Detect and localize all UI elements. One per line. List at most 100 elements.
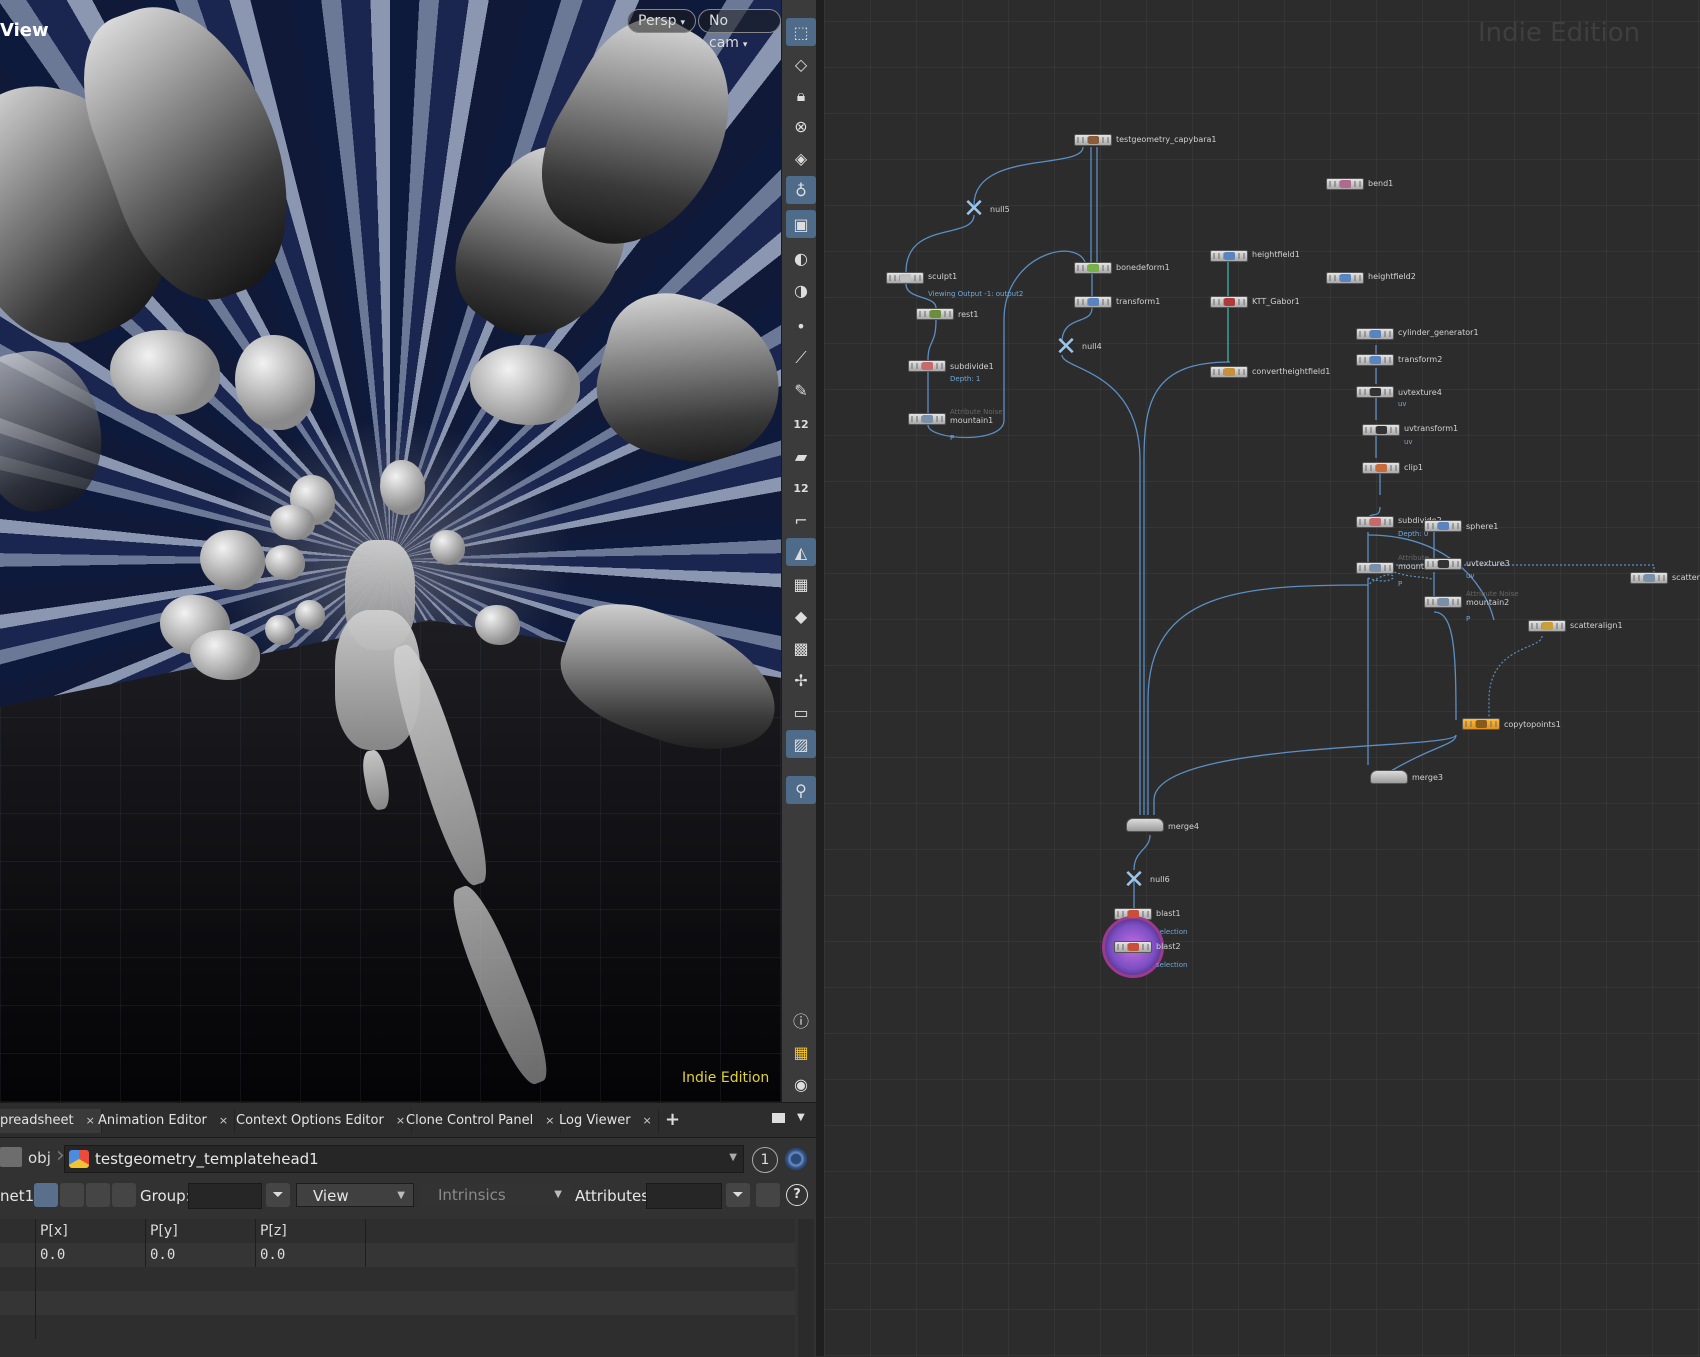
- chevron-down-icon[interactable]: ▼: [797, 1112, 805, 1123]
- scatteralign-icon: [1542, 622, 1553, 630]
- options-menu-icon[interactable]: [756, 1183, 780, 1207]
- node-uvtransform1[interactable]: [1362, 424, 1400, 436]
- pane-divider[interactable]: [816, 0, 824, 1356]
- lock-icon[interactable]: 🔒︎: [786, 82, 816, 110]
- prim-numbers-icon[interactable]: 12: [786, 474, 816, 502]
- point-numbers-icon[interactable]: 12: [786, 410, 816, 438]
- object-context-icon[interactable]: [0, 1147, 22, 1167]
- column-header[interactable]: P[y]: [146, 1219, 256, 1243]
- help-button[interactable]: ?: [786, 1184, 808, 1206]
- pin-button[interactable]: 1: [752, 1147, 778, 1173]
- node-sculpt1[interactable]: [886, 272, 924, 284]
- close-circle-icon[interactable]: ⊗: [786, 112, 816, 140]
- node-clip1[interactable]: [1362, 462, 1400, 474]
- close-icon[interactable]: ×: [643, 1114, 652, 1127]
- node-uvtexture3[interactable]: [1424, 558, 1462, 570]
- column-header[interactable]: P[z]: [256, 1219, 366, 1243]
- vertices-mode-icon[interactable]: [60, 1183, 84, 1207]
- group-field[interactable]: [188, 1183, 262, 1209]
- node-bonedeform1[interactable]: [1074, 262, 1112, 274]
- handle-icon[interactable]: ✢: [786, 666, 816, 694]
- node-path-field[interactable]: testgeometry_templatehead1 ▼: [64, 1145, 744, 1173]
- node-bend1[interactable]: [1326, 178, 1364, 190]
- camera-icon[interactable]: ◐: [786, 244, 816, 272]
- node-rest1[interactable]: [916, 308, 954, 320]
- tab-clone-control-panel[interactable]: Clone Control Panel ×: [400, 1109, 562, 1133]
- view-handle-icon[interactable]: ◇: [786, 50, 816, 78]
- display-options-icon[interactable]: ▣: [786, 210, 816, 238]
- node-transform1[interactable]: [1074, 296, 1112, 308]
- light-bulb-icon[interactable]: ♁: [786, 176, 816, 204]
- node-heightfield1[interactable]: [1210, 250, 1248, 262]
- node-mountain3[interactable]: [1356, 562, 1394, 574]
- detail-mode-icon[interactable]: [112, 1183, 136, 1207]
- pin-icon[interactable]: ⚲: [786, 776, 816, 804]
- curve-icon[interactable]: ⌐: [786, 506, 816, 534]
- node-convertheightfield1[interactable]: [1210, 366, 1248, 378]
- add-tab-button[interactable]: +: [665, 1109, 680, 1130]
- node-blast2[interactable]: [1114, 941, 1152, 953]
- pick-icon[interactable]: ⟋: [786, 344, 816, 372]
- node-null6[interactable]: ✕: [1122, 867, 1146, 893]
- camera-menu[interactable]: No cam ▾: [698, 9, 781, 51]
- filter-icon[interactable]: ⏷: [266, 1183, 290, 1207]
- node-mountain1[interactable]: [908, 413, 946, 425]
- node-testgeometry-capybara1[interactable]: [1074, 134, 1112, 146]
- node-subdivide1[interactable]: [908, 360, 946, 372]
- uv-icon[interactable]: ▩: [786, 634, 816, 662]
- brush-icon[interactable]: ▰: [786, 442, 816, 470]
- node-scatteralign1[interactable]: [1528, 620, 1566, 632]
- info-icon[interactable]: ⓘ: [786, 1006, 816, 1034]
- perspective-menu[interactable]: Persp ▾: [627, 9, 697, 33]
- attributes-field[interactable]: [646, 1183, 722, 1209]
- node-scatter1[interactable]: [1630, 572, 1668, 584]
- pane-menu-icon[interactable]: [772, 1113, 785, 1123]
- snapping-icon[interactable]: ◆: [786, 602, 816, 630]
- node-null5[interactable]: ✕: [962, 196, 986, 222]
- intrinsics-select[interactable]: Intrinsics ▼: [422, 1183, 570, 1207]
- tab-spreadsheet[interactable]: preadsheet ×: [0, 1109, 102, 1133]
- node-merge3[interactable]: [1370, 770, 1408, 784]
- light-icon[interactable]: ◈: [786, 144, 816, 172]
- shading-icon[interactable]: ◭: [786, 538, 816, 566]
- close-icon[interactable]: ×: [219, 1114, 228, 1127]
- point-icon[interactable]: •: [786, 312, 816, 340]
- node-merge4[interactable]: [1126, 818, 1164, 832]
- node-heightfield2[interactable]: [1326, 272, 1364, 284]
- eye-icon[interactable]: ◉: [786, 1070, 816, 1098]
- node-cylinder-generator1[interactable]: [1356, 328, 1394, 340]
- path-context[interactable]: obj: [28, 1149, 51, 1167]
- filter-icon[interactable]: ⏷: [726, 1183, 750, 1207]
- table-row[interactable]: 0.0 0.0 0.0: [0, 1243, 795, 1267]
- tab-log-viewer[interactable]: Log Viewer ×: [553, 1109, 659, 1133]
- scene-viewport[interactable]: View Persp ▾ No cam ▾ Indie Edition: [0, 0, 781, 1102]
- view-select[interactable]: View ▼: [296, 1183, 414, 1207]
- edit-icon[interactable]: ✎: [786, 376, 816, 404]
- node-subdivide2[interactable]: [1356, 516, 1394, 528]
- column-header[interactable]: [0, 1219, 36, 1243]
- points-mode-icon[interactable]: [34, 1183, 58, 1207]
- display-icon[interactable]: ▭: [786, 698, 816, 726]
- chevron-down-icon[interactable]: ▼: [729, 1152, 737, 1163]
- layout-icon[interactable]: ▦: [786, 1038, 816, 1066]
- node-ktt-gabor1[interactable]: [1210, 296, 1248, 308]
- node-mountain2[interactable]: [1424, 596, 1462, 608]
- node-sphere1[interactable]: [1424, 520, 1462, 532]
- column-header[interactable]: P[x]: [36, 1219, 146, 1243]
- viewport-watermark: Indie Edition: [682, 1070, 770, 1086]
- texture-icon[interactable]: ▦: [786, 570, 816, 598]
- background-icon[interactable]: ▨: [786, 730, 816, 758]
- tab-context-options-editor[interactable]: Context Options Editor ×: [230, 1109, 413, 1133]
- node-copytopoints1[interactable]: [1462, 718, 1500, 730]
- node-uvtexture4[interactable]: [1356, 386, 1394, 398]
- primitives-mode-icon[interactable]: [86, 1183, 110, 1207]
- network-editor[interactable]: Indie Edition testgeometry_capybara1 ✕ n…: [824, 0, 1700, 1356]
- spreadsheet-table[interactable]: P[x] P[y] P[z] 0.0 0.0 0.0: [0, 1219, 795, 1357]
- node-null4[interactable]: ✕: [1054, 334, 1078, 360]
- tab-animation-editor[interactable]: Animation Editor ×: [92, 1109, 236, 1133]
- spreadsheet-scrollbar[interactable]: [798, 1219, 814, 1357]
- link-icon[interactable]: [785, 1148, 807, 1170]
- select-icon[interactable]: ⬚: [786, 18, 816, 46]
- node-transform2[interactable]: [1356, 354, 1394, 366]
- camera-menu-icon[interactable]: ◑: [786, 276, 816, 304]
